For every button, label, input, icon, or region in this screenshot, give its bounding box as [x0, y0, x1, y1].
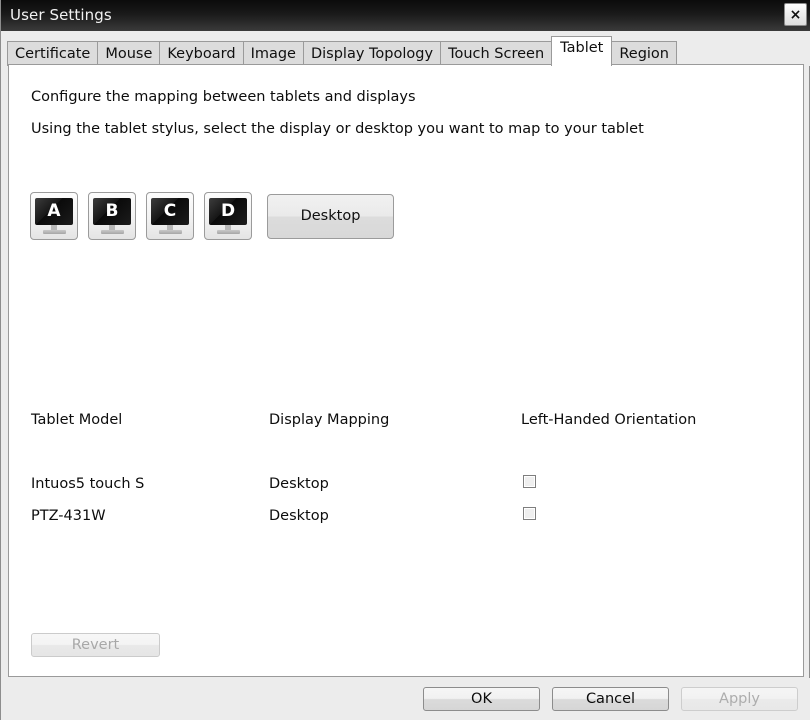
- tablet-mapping-table: Tablet Model Display Mapping Left-Handed…: [31, 413, 771, 523]
- tab-region[interactable]: Region: [611, 41, 677, 66]
- cell-display-mapping: Desktop: [269, 476, 329, 492]
- tab-label: Mouse: [105, 45, 153, 62]
- tab-label: Image: [250, 45, 296, 62]
- cell-tablet-model: PTZ-431W: [31, 508, 106, 524]
- tab-mouse[interactable]: Mouse: [97, 41, 161, 66]
- tab-display-topology[interactable]: Display Topology: [302, 41, 442, 66]
- tab-list: Certificate Mouse Keyboard Image Display…: [7, 35, 677, 66]
- monitor-icon: C: [151, 198, 189, 225]
- column-header-display-mapping: Display Mapping: [269, 412, 390, 428]
- display-letter: A: [47, 201, 61, 221]
- table-header-row: Tablet Model Display Mapping Left-Handed…: [31, 413, 771, 445]
- left-handed-checkbox[interactable]: [523, 507, 536, 520]
- monitor-base-icon: [159, 230, 182, 234]
- tablet-panel: Configure the mapping between tablets an…: [8, 64, 804, 677]
- left-handed-checkbox[interactable]: [523, 475, 536, 488]
- tab-keyboard[interactable]: Keyboard: [159, 41, 244, 66]
- tab-label: Display Topology: [310, 45, 434, 62]
- cell-tablet-model: Intuos5 touch S: [31, 476, 145, 492]
- tab-label: Keyboard: [167, 45, 236, 62]
- monitor-base-icon: [101, 230, 124, 234]
- table-body: Intuos5 touch S Desktop PTZ-431W Desktop: [31, 475, 771, 541]
- window-title: User Settings: [10, 6, 112, 24]
- display-letter: D: [220, 201, 236, 221]
- tab-label: Region: [619, 45, 669, 62]
- panel-description-line1: Configure the mapping between tablets an…: [31, 89, 416, 105]
- tab-certificate[interactable]: Certificate: [7, 41, 99, 66]
- close-icon[interactable]: ×: [784, 3, 807, 26]
- title-bar: User Settings ×: [1, 0, 810, 31]
- tab-image[interactable]: Image: [242, 41, 304, 66]
- tab-strip: Certificate Mouse Keyboard Image Display…: [1, 31, 810, 66]
- table-row[interactable]: Intuos5 touch S Desktop: [31, 475, 771, 509]
- column-header-tablet-model: Tablet Model: [31, 412, 123, 428]
- monitor-base-icon: [43, 230, 66, 234]
- ok-button[interactable]: OK: [423, 687, 540, 711]
- tab-label: Tablet: [560, 40, 604, 56]
- display-target-row: A B C D Desktop: [30, 192, 394, 240]
- monitor-icon: B: [93, 198, 131, 225]
- monitor-base-icon: [217, 230, 240, 234]
- display-letter: B: [105, 201, 119, 221]
- column-header-left-handed: Left-Handed Orientation: [521, 412, 697, 428]
- table-row[interactable]: PTZ-431W Desktop: [31, 507, 771, 541]
- display-letter: C: [163, 201, 177, 221]
- display-target-c[interactable]: C: [146, 192, 194, 240]
- display-target-b[interactable]: B: [88, 192, 136, 240]
- cancel-button[interactable]: Cancel: [552, 687, 669, 711]
- desktop-target-button[interactable]: Desktop: [267, 193, 394, 239]
- display-target-d[interactable]: D: [204, 192, 252, 240]
- tab-label: Certificate: [15, 45, 91, 62]
- revert-button[interactable]: Revert: [31, 633, 160, 657]
- tab-label: Touch Screen: [448, 45, 545, 62]
- monitor-icon: A: [35, 198, 73, 225]
- dialog-button-bar: OK Cancel Apply: [1, 678, 810, 720]
- display-target-a[interactable]: A: [30, 192, 78, 240]
- apply-button[interactable]: Apply: [681, 687, 798, 711]
- user-settings-window: User Settings × Certificate Mouse Keyboa…: [0, 0, 810, 720]
- monitor-icon: D: [209, 198, 247, 225]
- tab-tablet[interactable]: Tablet: [551, 36, 613, 66]
- tab-touch-screen[interactable]: Touch Screen: [440, 41, 553, 66]
- dialog-buttons: OK Cancel Apply: [411, 687, 798, 711]
- cell-display-mapping: Desktop: [269, 508, 329, 524]
- panel-description-line2: Using the tablet stylus, select the disp…: [31, 121, 644, 137]
